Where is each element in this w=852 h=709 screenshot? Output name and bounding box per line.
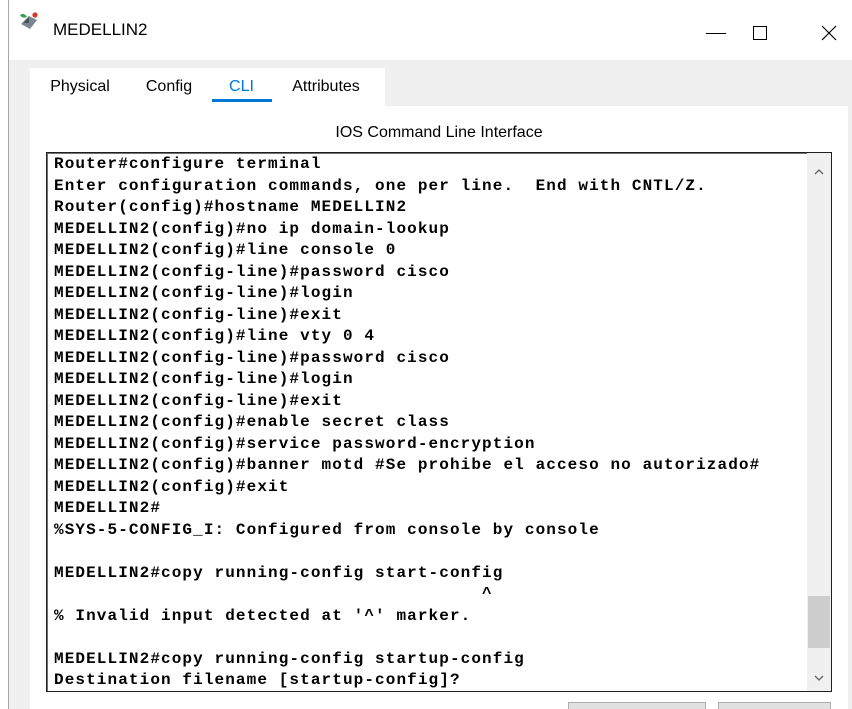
terminal-line: MEDELLIN2(config)#exit (54, 477, 290, 496)
terminal-line: Router#configure terminal (54, 155, 322, 173)
terminal-line: %SYS-5-CONFIG_I: Configured from console… (54, 520, 600, 539)
tab-attributes[interactable]: Attributes (273, 68, 379, 106)
active-tab-indicator (212, 99, 272, 102)
scroll-down-button[interactable] (807, 665, 831, 691)
tab-label: Attributes (292, 78, 360, 95)
maximize-icon (753, 26, 767, 40)
app-icon[interactable] (18, 10, 40, 32)
terminal-line: MEDELLIN2(config)#line console 0 (54, 241, 397, 259)
terminal-line: MEDELLIN2# (54, 499, 162, 517)
terminal-line: MEDELLIN2(config-line)#login (54, 284, 354, 302)
scroll-thumb[interactable] (808, 595, 830, 649)
terminal-line: MEDELLIN2#copy running-config start-conf… (54, 563, 504, 582)
terminal-line: MEDELLIN2(config)#line vty 0 4 (54, 327, 376, 345)
vertical-scrollbar[interactable] (807, 153, 831, 691)
terminal-line: MEDELLIN2(config)#no ip domain-lookup (54, 219, 450, 238)
terminal-line: Router(config)#hostname MEDELLIN2 (54, 198, 408, 216)
terminal-line: MEDELLIN2(config-line)#exit (54, 305, 343, 324)
close-button[interactable] (806, 14, 852, 52)
scroll-track[interactable] (807, 189, 831, 665)
cli-pane: IOS Command Line Interface Router#config… (30, 106, 848, 709)
cli-heading: IOS Command Line Interface (335, 124, 543, 141)
footer-button[interactable] (568, 702, 706, 709)
terminal-line: MEDELLIN2#copy running-config startup-co… (54, 649, 525, 668)
tab-label: CLI (229, 78, 254, 95)
terminal[interactable]: Router#configure terminal Enter configur… (46, 152, 832, 692)
terminal-line: MEDELLIN2(config-line)#login (54, 370, 354, 388)
tab-label: Physical (50, 78, 110, 95)
minimize-button[interactable] (694, 14, 738, 52)
terminal-line: ^ (54, 585, 493, 603)
title-bar[interactable]: MEDELLIN2 (9, 0, 852, 60)
terminal-line: Destination filename [startup-config]? (54, 671, 461, 689)
window-title: MEDELLIN2 (53, 20, 148, 39)
terminal-line: MEDELLIN2(config-line)#exit (54, 391, 343, 410)
tab-physical[interactable]: Physical (32, 68, 128, 106)
terminal-line: Enter configuration commands, one per li… (54, 176, 707, 195)
footer-button[interactable] (718, 702, 831, 709)
terminal-line: MEDELLIN2(config)#enable secret class (54, 413, 450, 431)
terminal-line: MEDELLIN2(config-line)#password cisco (54, 348, 450, 367)
tab-config[interactable]: Config (128, 68, 210, 106)
scroll-up-button[interactable] (807, 153, 831, 189)
terminal-line: % Invalid input detected at '^' marker. (54, 606, 472, 625)
terminal-line: MEDELLIN2(config)#service password-encry… (54, 434, 536, 453)
terminal-output[interactable]: Router#configure terminal Enter configur… (47, 153, 807, 691)
terminal-line: MEDELLIN2(config)#banner motd #Se prohib… (54, 456, 761, 474)
close-icon (821, 25, 837, 41)
tab-cli[interactable]: CLI (210, 68, 273, 106)
terminal-line: MEDELLIN2(config-line)#password cisco (54, 262, 450, 281)
chevron-up-icon (814, 168, 824, 174)
tab-label: Config (145, 78, 193, 95)
minimize-icon (706, 33, 726, 34)
maximize-button[interactable] (738, 14, 782, 52)
tab-bar: Physical Config CLI Attributes (30, 68, 385, 106)
chevron-down-icon (814, 675, 824, 681)
